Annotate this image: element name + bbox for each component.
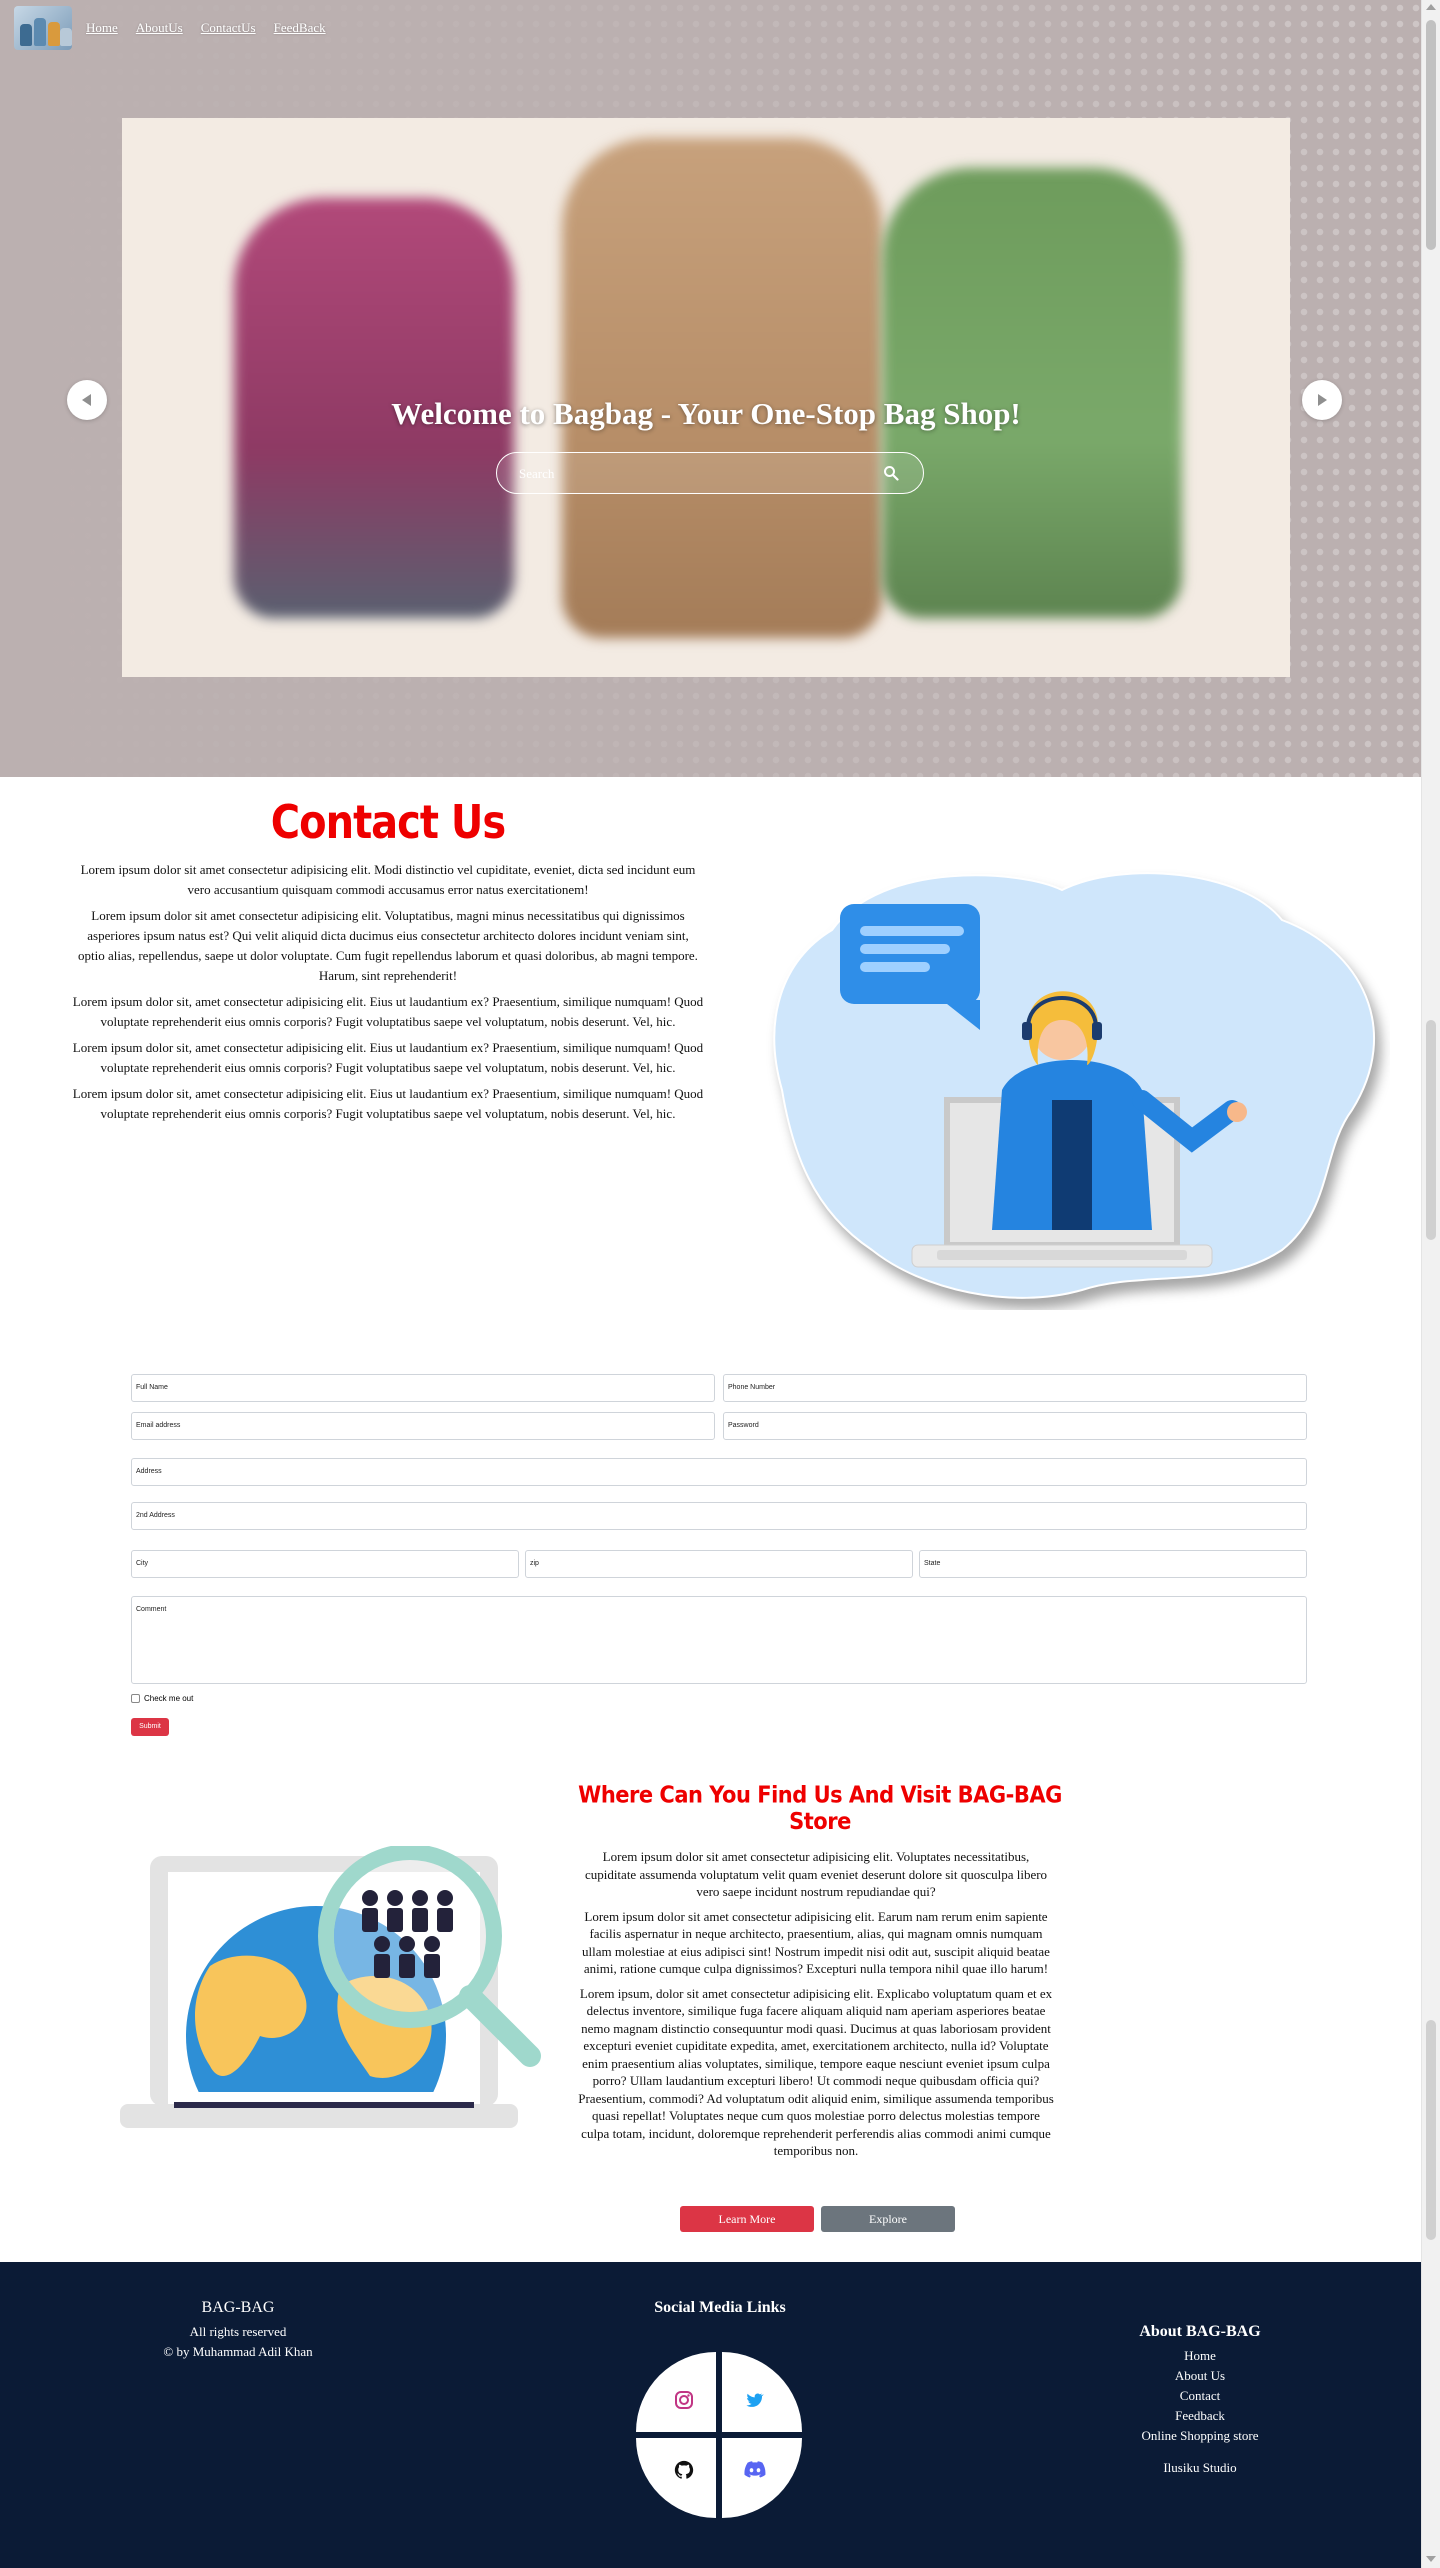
bag-image-green [882, 168, 1182, 618]
footer-studio: Ilusiku Studio [1163, 2460, 1237, 2475]
check-me-out-checkbox[interactable] [131, 1694, 140, 1703]
discord-link[interactable] [722, 2438, 802, 2518]
hero-section: Home AboutUs ContactUs FeedBack Welcome … [0, 0, 1422, 777]
footer-link-store[interactable]: Online Shopping store [1100, 2426, 1300, 2446]
nav-links: Home AboutUs ContactUs FeedBack [86, 20, 326, 36]
carousel-slide: Welcome to Bagbag - Your One-Stop Bag Sh… [122, 118, 1290, 677]
nav-feedback[interactable]: FeedBack [274, 20, 326, 36]
email-field[interactable]: Email address [131, 1412, 715, 1440]
submit-button[interactable]: Submit [131, 1718, 169, 1736]
nav-home[interactable]: Home [86, 20, 118, 36]
search-icon[interactable] [883, 465, 899, 481]
contact-paragraph: Lorem ipsum dolor sit, amet consectetur … [72, 994, 704, 1029]
nav-contact[interactable]: ContactUs [201, 20, 256, 36]
footer-link-home[interactable]: Home [1100, 2346, 1300, 2366]
about-title: About BAG-BAG [1139, 2323, 1261, 2340]
comment-textarea[interactable]: Comment [131, 1596, 1307, 1684]
footer: BAG-BAG All rights reserved © by Muhamma… [0, 2262, 1422, 2568]
scroll-up-arrow[interactable] [1426, 4, 1436, 10]
scroll-thumb-tertiary[interactable] [1426, 2020, 1436, 2240]
customer-support-illustration [773, 872, 1376, 1299]
search-input[interactable] [517, 463, 851, 485]
footer-link-feedback[interactable]: Feedback [1100, 2406, 1300, 2426]
instagram-link[interactable] [636, 2352, 716, 2432]
find-us-text: Lorem ipsum dolor sit amet consectetur a… [578, 1848, 1054, 2167]
address-field[interactable]: Address [131, 1458, 1307, 1486]
carousel-next-button[interactable] [1302, 380, 1342, 420]
check-me-out-row: Check me out [131, 1694, 193, 1703]
contact-paragraph: optio alias, repellendus, saepe ut dolor… [78, 948, 698, 983]
contact-paragraph: Lorem ipsum dolor sit amet consectetur a… [80, 862, 696, 897]
twitter-icon [746, 2393, 764, 2407]
learn-more-button[interactable]: Learn More [680, 2206, 814, 2232]
explore-button[interactable]: Explore [821, 2206, 955, 2232]
github-link[interactable] [636, 2438, 716, 2518]
phone-field[interactable]: Phone Number [723, 1374, 1307, 1402]
hero-title: Welcome to Bagbag - Your One-Stop Bag Sh… [391, 396, 1021, 431]
contact-text: Lorem ipsum dolor sit amet consectetur a… [70, 860, 706, 1130]
page-scrollbar[interactable] [1421, 0, 1440, 2568]
chevron-left-icon [82, 394, 91, 406]
check-me-out-label: Check me out [144, 1694, 194, 1703]
footer-link-about[interactable]: About Us [1100, 2366, 1300, 2386]
find-paragraph: Lorem ipsum dolor sit amet consectetur a… [582, 1908, 1050, 1977]
footer-brand: BAG-BAG [201, 2299, 275, 2316]
bag-image-tan [562, 138, 882, 638]
zip-field[interactable]: zip [525, 1550, 913, 1578]
social-title: Social Media Links [654, 2299, 786, 2316]
contact-paragraph: Lorem ipsum dolor sit, amet consectetur … [72, 1040, 704, 1075]
footer-about-column: About BAG-BAG Home About Us Contact Feed… [1100, 2322, 1300, 2478]
global-search-illustration [120, 1846, 541, 2128]
footer-rights: All rights reserved [189, 2324, 287, 2339]
full-name-field[interactable]: Full Name [131, 1374, 715, 1402]
find-paragraph: Lorem ipsum dolor sit amet consectetur a… [584, 1849, 1048, 1899]
contact-paragraph: Lorem ipsum dolor sit, amet consectetur … [72, 1086, 704, 1121]
footer-brand-column: BAG-BAG All rights reserved © by Muhamma… [150, 2298, 326, 2362]
scroll-down-arrow[interactable] [1426, 2556, 1436, 2562]
search-bar [496, 452, 924, 494]
carousel-prev-button[interactable] [67, 380, 107, 420]
password-field[interactable]: Password [723, 1412, 1307, 1440]
footer-credit: © by Muhammad Adil Khan [163, 2344, 313, 2359]
github-icon [674, 2460, 694, 2479]
state-field[interactable]: State [919, 1550, 1307, 1578]
scroll-thumb-secondary[interactable] [1426, 1020, 1436, 1240]
footer-link-contact[interactable]: Contact [1100, 2386, 1300, 2406]
twitter-link[interactable] [722, 2352, 802, 2432]
find-paragraph: Lorem ipsum, dolor sit amet consectetur … [578, 1985, 1054, 2159]
scroll-thumb[interactable] [1426, 20, 1436, 250]
address2-field[interactable]: 2nd Address [131, 1502, 1307, 1530]
nav-about[interactable]: AboutUs [136, 20, 183, 36]
social-links-grid [636, 2352, 802, 2518]
discord-icon [744, 2461, 766, 2478]
chevron-right-icon [1318, 394, 1327, 406]
instagram-icon [675, 2391, 693, 2409]
contact-title: Contact Us [270, 796, 506, 850]
find-us-title: Where Can You Find Us And Visit BAG-BAG … [578, 1781, 1062, 1835]
city-field[interactable]: City [131, 1550, 519, 1578]
navbar: Home AboutUs ContactUs FeedBack [14, 6, 326, 50]
contact-paragraph: Lorem ipsum dolor sit amet consectetur a… [87, 908, 689, 943]
site-logo[interactable] [14, 6, 72, 50]
footer-social-column: Social Media Links [620, 2298, 820, 2322]
